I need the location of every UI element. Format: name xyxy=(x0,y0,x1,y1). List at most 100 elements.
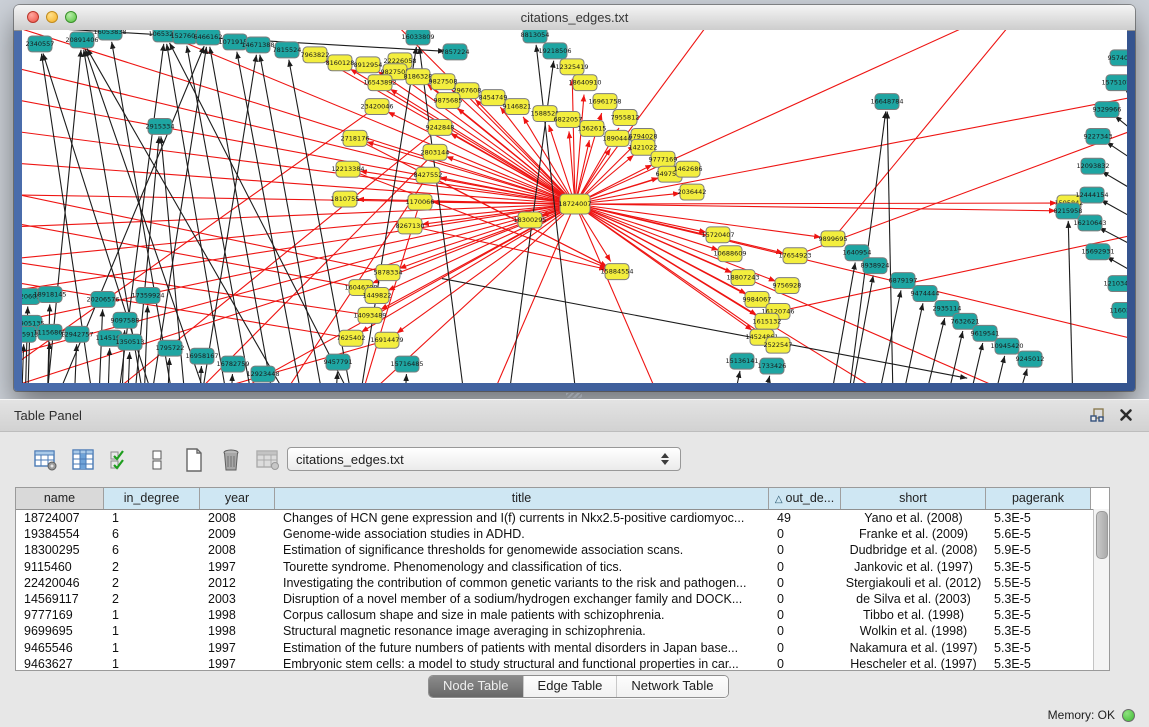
table-cell[interactable]: Estimation of the future numbers of pati… xyxy=(275,640,769,656)
graph-node[interactable]: 8938924 xyxy=(861,258,890,274)
table-cell[interactable]: Estimation of significance thresholds fo… xyxy=(275,542,769,558)
graph-node[interactable]: 2915334 xyxy=(146,118,175,134)
table-scrollbar[interactable] xyxy=(1093,509,1109,670)
graph-node[interactable]: 9899695 xyxy=(819,231,848,247)
graph-node[interactable]: 16210643 xyxy=(1073,215,1106,231)
table-cell[interactable]: Nakamura et al. (1997) xyxy=(841,640,986,656)
table-cell[interactable]: Tourette syndrome. Phenomenology and cla… xyxy=(275,559,769,575)
table-cell[interactable]: 5.9E-5 xyxy=(986,542,1091,558)
graph-node[interactable]: 1170066 xyxy=(406,194,435,210)
graph-node[interactable]: 8267130 xyxy=(396,218,425,234)
graph-node[interactable]: 9619541 xyxy=(971,325,1000,341)
table-cell[interactable]: 0 xyxy=(769,656,841,671)
select-all-icon[interactable] xyxy=(106,446,134,474)
table-cell[interactable]: Changes of HCN gene expression and I(f) … xyxy=(275,510,769,526)
graph-node[interactable]: 8160128 xyxy=(326,55,355,71)
network-canvas[interactable]: 1872400779638228160128891295422226058982… xyxy=(22,30,1127,383)
window-titlebar[interactable]: citations_edges.txt xyxy=(14,5,1135,31)
graph-node[interactable]: 18640910 xyxy=(568,75,601,91)
table-cell[interactable]: 19384554 xyxy=(16,526,104,542)
table-row[interactable]: 1872400712008Changes of HCN gene express… xyxy=(16,510,1109,526)
table-cell[interactable]: 5.6E-5 xyxy=(986,526,1091,542)
table-cell[interactable]: 0 xyxy=(769,526,841,542)
table-cell[interactable]: 1 xyxy=(104,656,200,671)
table-cell[interactable]: 5.3E-5 xyxy=(986,656,1091,671)
table-cell[interactable]: Wolkin et al. (1998) xyxy=(841,623,986,639)
graph-node[interactable]: 9242848 xyxy=(426,119,455,135)
column-header-out_de[interactable]: △out_de... xyxy=(769,488,841,509)
table-cell[interactable]: 1998 xyxy=(200,607,275,623)
graph-node[interactable]: 18807243 xyxy=(726,270,759,286)
column-header-in_degree[interactable]: in_degree xyxy=(104,488,200,509)
table-cell[interactable]: Stergiakouli et al. (2012) xyxy=(841,575,986,591)
table-row[interactable]: 2242004622012Investigating the contribut… xyxy=(16,575,1109,591)
graph-node[interactable]: 14093489 xyxy=(353,307,386,323)
graph-node[interactable]: 7625402 xyxy=(337,330,366,346)
memory-ok-indicator[interactable] xyxy=(1122,709,1135,722)
window-minimize-button[interactable] xyxy=(46,11,58,23)
table-cell[interactable]: 2003 xyxy=(200,591,275,607)
table-cell[interactable]: Corpus callosum shape and size in male p… xyxy=(275,607,769,623)
row-controls-icon[interactable] xyxy=(143,446,171,474)
graph-node[interactable]: 2718176 xyxy=(341,130,370,146)
graph-node[interactable]: 12942757 xyxy=(60,326,93,342)
table-cell[interactable]: Franke et al. (2009) xyxy=(841,526,986,542)
table-cell[interactable]: 2008 xyxy=(200,542,275,558)
table-row[interactable]: 1938455462009Genome-wide association stu… xyxy=(16,526,1109,542)
graph-node[interactable]: 2340557 xyxy=(26,36,55,52)
table-cell[interactable]: 0 xyxy=(769,575,841,591)
table-cell[interactable]: Hescheler et al. (1997) xyxy=(841,656,986,671)
table-cell[interactable]: 2 xyxy=(104,559,200,575)
table-cell[interactable]: 22420046 xyxy=(16,575,104,591)
table-row[interactable]: 946554611997Estimation of the future num… xyxy=(16,640,1109,656)
graph-node[interactable]: 1160380 xyxy=(1110,302,1127,318)
table-cell[interactable]: 2012 xyxy=(200,575,275,591)
graph-node[interactable]: 16543892 xyxy=(363,75,396,91)
graph-node[interactable]: 23420046 xyxy=(360,99,393,115)
graph-node[interactable]: 15692931 xyxy=(1081,244,1114,260)
graph-node[interactable]: 17654923 xyxy=(778,248,811,264)
graph-node[interactable]: 9329966 xyxy=(1093,102,1122,118)
graph-node[interactable]: 15716485 xyxy=(390,356,423,372)
graph-node[interactable]: 16648784 xyxy=(870,94,903,110)
table-settings-icon[interactable] xyxy=(32,446,60,474)
show-columns-icon[interactable] xyxy=(69,446,97,474)
graph-node[interactable]: 7857224 xyxy=(441,44,470,60)
graph-node[interactable]: 19218506 xyxy=(538,43,571,59)
window-zoom-button[interactable] xyxy=(65,11,77,23)
table-cell[interactable]: 18724007 xyxy=(16,510,104,526)
graph-node[interactable]: 7955812 xyxy=(611,110,640,126)
table-cell[interactable]: Disruption of a novel member of a sodium… xyxy=(275,591,769,607)
graph-node[interactable]: 7815524 xyxy=(273,42,302,58)
graph-node[interactable]: 16782759 xyxy=(216,356,249,372)
window-close-button[interactable] xyxy=(27,11,39,23)
graph-node[interactable]: 9474444 xyxy=(911,286,940,302)
table-cell[interactable]: 18300295 xyxy=(16,542,104,558)
graph-node[interactable]: 12093832 xyxy=(1076,158,1109,174)
graph-node[interactable]: 9227343 xyxy=(1084,128,1113,144)
column-header-title[interactable]: title xyxy=(275,488,769,509)
tab-network-table[interactable]: Network Table xyxy=(616,676,727,697)
table-cell[interactable]: 5.5E-5 xyxy=(986,575,1091,591)
graph-node[interactable]: 12325419 xyxy=(555,59,588,75)
graph-node[interactable]: 9875685 xyxy=(434,93,463,109)
graph-node[interactable]: 10945420 xyxy=(990,338,1023,354)
table-row[interactable]: 911546021997Tourette syndrome. Phenomeno… xyxy=(16,559,1109,575)
graph-node[interactable]: 8215958 xyxy=(1054,203,1083,219)
table-cell[interactable]: 0 xyxy=(769,542,841,558)
table-cell[interactable]: 5.3E-5 xyxy=(986,591,1091,607)
graph-node[interactable]: 14671388 xyxy=(241,37,274,53)
table-cell[interactable]: 49 xyxy=(769,510,841,526)
graph-node[interactable]: 12103454 xyxy=(1103,276,1127,292)
table-cell[interactable]: 0 xyxy=(769,591,841,607)
table-cell[interactable]: 6 xyxy=(104,542,200,558)
table-cell[interactable]: 2008 xyxy=(200,510,275,526)
table-row[interactable]: 977716911998Corpus callosum shape and si… xyxy=(16,607,1109,623)
column-header-name[interactable]: name xyxy=(16,488,104,509)
delete-column-icon[interactable] xyxy=(217,446,245,474)
table-cell[interactable]: 0 xyxy=(769,623,841,639)
graph-node[interactable]: 1615132 xyxy=(753,313,782,329)
table-cell[interactable]: Tibbo et al. (1998) xyxy=(841,607,986,623)
graph-node[interactable]: 15751074 xyxy=(1101,75,1127,91)
table-cell[interactable]: 9465546 xyxy=(16,640,104,656)
